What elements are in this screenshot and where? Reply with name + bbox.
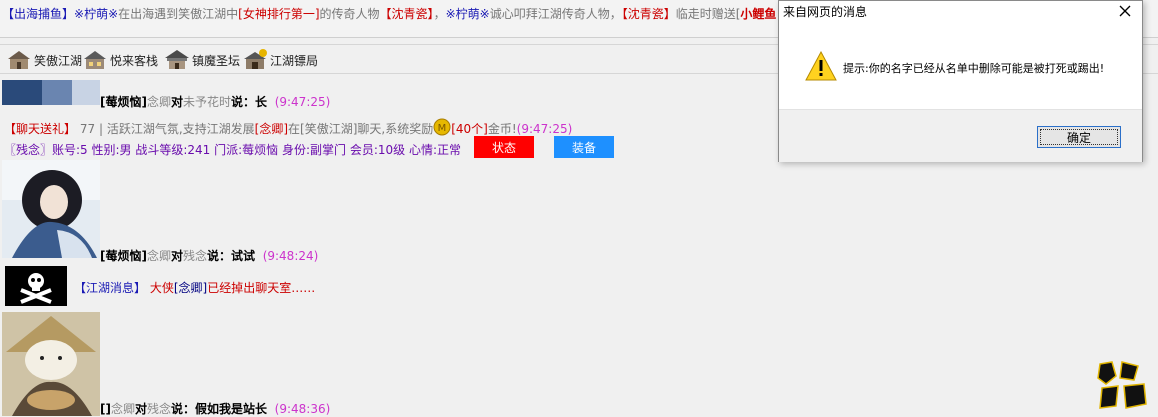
broadcast-text: 诚心叩拜江湖传奇人物， [489,7,622,21]
dialog-message: 提示:你的名字已经从名单中删除可能是被打死或踢出! [843,62,1105,75]
reward-message: 【聊天送礼】 77 | 活跃江湖气氛,支持江湖发展[念卿]在[笑傲江湖]聊天,系… [4,118,572,137]
broadcast-npc: 【沈青瓷】 [621,7,676,21]
alert-dialog: 来自网页的消息 提示:你的名字已经从名单中删除可能是被打死或踢出! 确定 [778,0,1143,162]
temple-icon [165,50,189,69]
warning-icon [805,51,837,81]
chat-message: [莓烦恼]念卿对残念说：试试 (9:48:24) [100,248,318,264]
avatar-image [2,160,100,258]
reward-user[interactable]: [念卿] [255,122,288,136]
message-sender[interactable]: 念卿 [147,95,171,109]
message-text: 对 [171,95,184,109]
avatar [2,312,100,416]
chat-message: []念卿对残念说：假如我是站长 (9:48:36) [100,401,330,417]
nav-item-label: 悦来客栈 [110,53,159,68]
message-recipient[interactable]: 未予花时 [183,95,231,109]
reward-text: 活跃江湖气氛,支持江湖发展 [106,122,255,136]
broadcast-tag: 【出海捕鱼】 [2,7,75,21]
reward-coin: [40个] [451,122,488,136]
nav-item-yuelai-inn[interactable]: 悦来客栈 [82,47,158,73]
status-button[interactable]: 状态 [474,136,534,158]
message-time: (9:47:25) [516,122,573,136]
message-time: (9:48:36) [274,402,331,416]
avatar-image [2,80,100,105]
game-logo-icon [1092,358,1154,414]
message-recipient[interactable]: 残念 [147,402,171,416]
house-icon [84,51,106,69]
message-faction: [] [100,402,111,416]
broadcast-user[interactable]: ※柠萌※ [446,7,490,21]
message-faction: [莓烦恼] [100,249,147,263]
broadcast-user[interactable]: ※柠萌※ [74,7,118,21]
dialog-title: 来自网页的消息 [783,5,868,19]
reward-sep: | [98,122,103,136]
close-icon[interactable] [1116,2,1134,20]
avatar-image [2,312,100,416]
reward-count: 77 [79,122,96,136]
chat-message: [莓烦恼]念卿对未予花时说：长 (9:47:25) [100,94,330,110]
system-tag: 【江湖消息】 [74,281,147,295]
profile-info: 〖残念〗账号:5 性别:男 战斗等级:241 门派:莓烦恼 身份:副掌门 会员:… [4,143,461,157]
broadcast-text: ， [433,7,446,21]
equip-button[interactable]: 装备 [554,136,614,158]
message-sender[interactable]: 念卿 [147,249,171,263]
broadcast-rank: [女神排行第一] [238,7,320,21]
message-time: (9:48:24) [262,249,319,263]
avatar [2,160,100,258]
svg-text:M: M [438,123,447,134]
nav-item-label: 江湖镖局 [270,53,319,68]
system-message: 【江湖消息】 大侠[念卿]已经掉出聊天室…… [74,280,315,296]
nav-item-xiaoao-jianghu[interactable]: 笑傲江湖 [6,47,82,73]
nav-item-zhenmo-altar[interactable]: 镇魔圣坛 [164,47,240,73]
message-faction: [莓烦恼] [100,95,147,109]
house-icon [8,51,30,69]
avatar [5,266,67,306]
nav-item-label: 笑傲江湖 [34,53,83,68]
message-text: 说：假如我是站长 [171,402,268,416]
avatar [2,80,100,105]
message-time: (9:47:25) [274,95,331,109]
system-user[interactable]: [念卿] [174,281,207,295]
message-text: 对 [171,249,184,263]
system-title: 大侠 [149,281,174,295]
ok-button[interactable]: 确定 [1037,126,1121,148]
message-sender[interactable]: 念卿 [111,402,135,416]
broadcast-gift: 小鲤鱼 [740,7,777,21]
nav-item-label: 镇魔圣坛 [192,53,241,68]
message-recipient[interactable]: 残念 [183,249,207,263]
dialog-body: 提示:你的名字已经从名单中删除可能是被打死或踢出! [779,23,1142,109]
broadcast-npc: 【沈青瓷】 [379,7,434,21]
nav-item-escort-agency[interactable]: 江湖镖局 [242,47,318,73]
message-text: 对 [134,402,147,416]
coin-icon: M [433,118,451,136]
message-text: 说：试试 [207,249,256,263]
broadcast-text: 临走时赠送[ [675,7,741,21]
reward-tag: 【聊天送礼】 [4,122,77,136]
skull-icon [5,266,67,306]
message-text: 说：长 [231,95,268,109]
reward-text: 在[笑傲江湖]聊天,系统奖励 [288,122,434,136]
reward-text: 金币! [487,122,517,136]
dialog-footer: 确定 [779,109,1142,162]
broadcast-text: 的传奇人物 [319,7,380,21]
house-icon [244,49,267,69]
system-text: 已经掉出聊天室…… [207,281,316,295]
broadcast-text: 在出海遇到笑傲江湖中 [118,7,239,21]
